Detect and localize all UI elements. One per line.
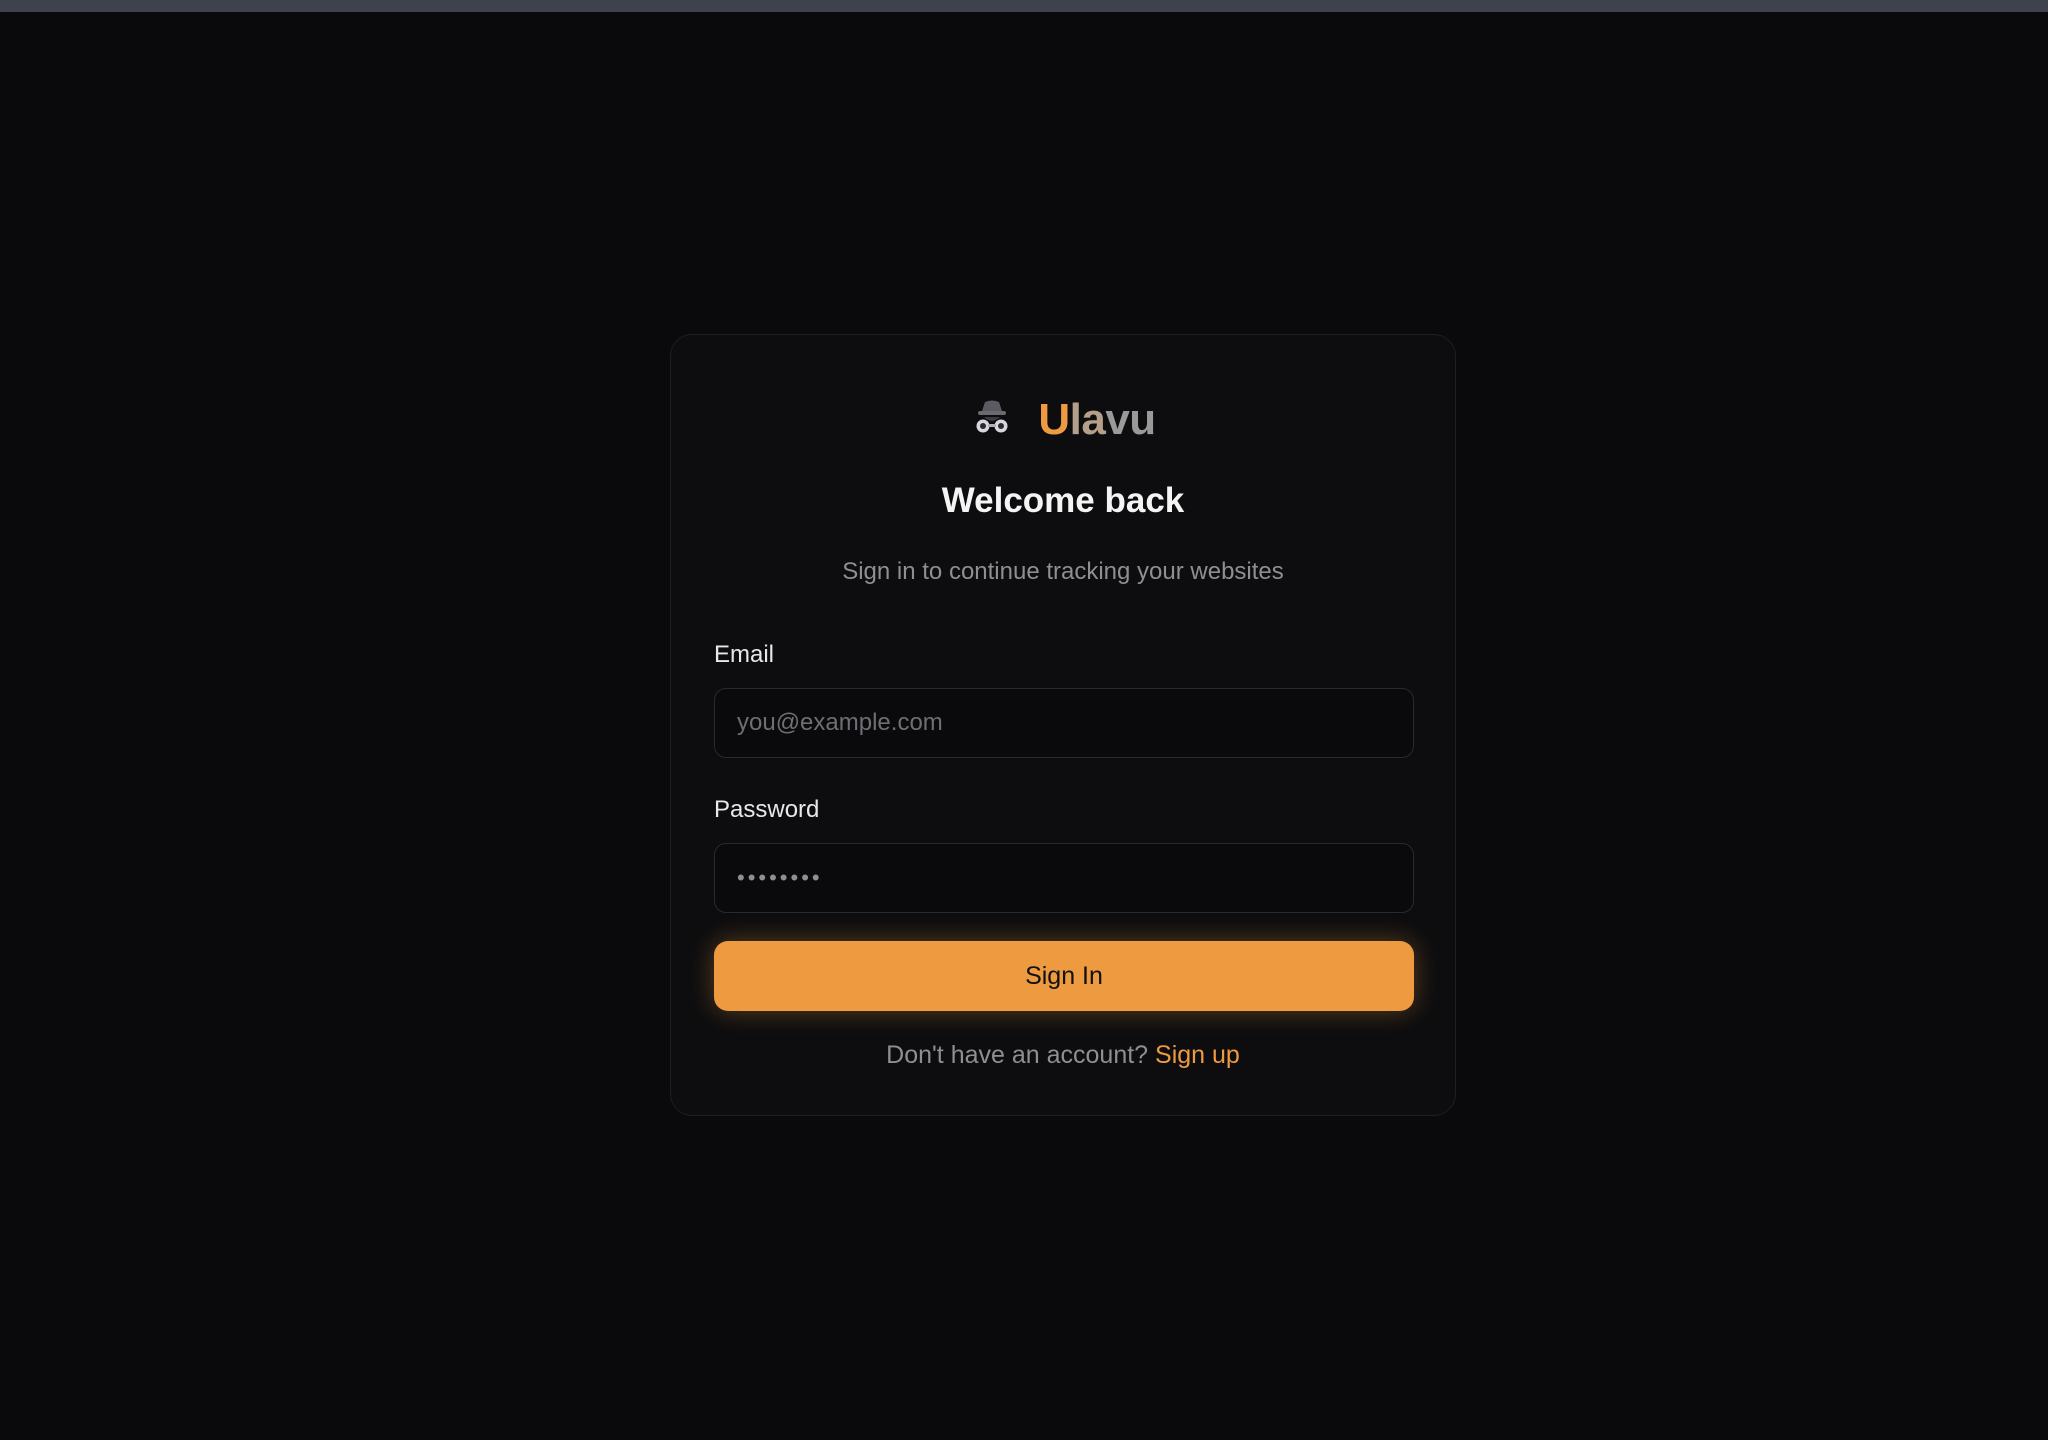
- signup-prompt-text: Don't have an account?: [886, 1041, 1149, 1069]
- page-title: Welcome back: [941, 481, 1185, 520]
- sign-in-button[interactable]: Sign In: [714, 941, 1414, 1011]
- email-placeholder: you@example.com: [737, 709, 943, 736]
- password-field[interactable]: ••••••••: [714, 843, 1414, 913]
- spy-icon: [970, 395, 1014, 439]
- brand-name: Ulavu: [1038, 395, 1156, 444]
- sign-up-link[interactable]: Sign up: [1155, 1041, 1240, 1069]
- page-subtitle: Sign in to continue tracking your websit…: [842, 558, 1284, 585]
- password-label: Password: [714, 796, 820, 823]
- browser-top-bar: [0, 0, 2048, 12]
- brand-header: Ulavu: [671, 385, 1455, 455]
- password-value: ••••••••: [737, 865, 823, 890]
- signup-prompt: Don't have an account? Sign up: [671, 1041, 1455, 1070]
- login-card: Ulavu Welcome back Sign in to continue t…: [670, 334, 1456, 1116]
- email-field[interactable]: you@example.com: [714, 688, 1414, 758]
- email-label: Email: [714, 641, 775, 668]
